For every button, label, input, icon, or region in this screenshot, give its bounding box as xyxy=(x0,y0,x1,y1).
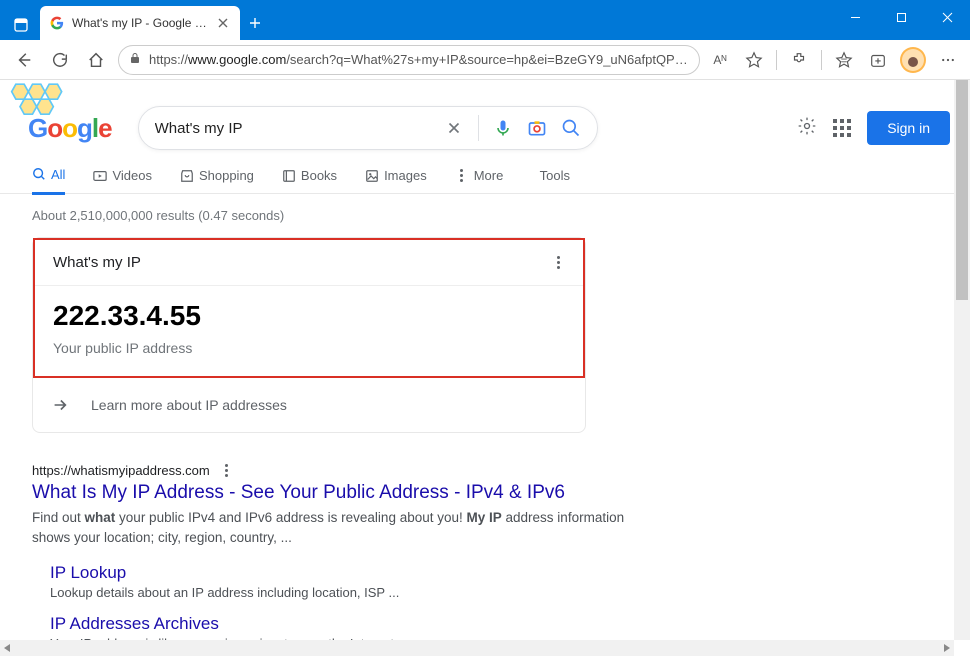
tools-button[interactable]: Tools xyxy=(540,168,570,193)
decoration-hex-icon xyxy=(0,80,90,130)
result-stats: About 2,510,000,000 results (0.47 second… xyxy=(0,194,970,223)
home-button[interactable] xyxy=(82,46,110,74)
collections-button[interactable] xyxy=(866,48,890,72)
vdots-icon xyxy=(455,169,469,182)
tab-books[interactable]: Books xyxy=(282,168,337,193)
sublink-ip-archives[interactable]: IP Addresses Archives xyxy=(50,614,632,634)
tab-images[interactable]: Images xyxy=(365,168,427,193)
url-text: https://www.google.com/search?q=What%27s… xyxy=(149,52,689,67)
search-input[interactable] xyxy=(155,120,430,137)
settings-gear-icon[interactable] xyxy=(797,116,817,141)
lock-icon xyxy=(129,52,141,67)
vertical-scrollbar[interactable] xyxy=(954,80,970,640)
close-tab-icon[interactable] xyxy=(216,16,230,30)
ip-address-value: 222.33.4.55 xyxy=(53,300,565,332)
window-close-button[interactable] xyxy=(924,0,970,34)
result-menu-icon[interactable] xyxy=(220,464,234,477)
tab-title: What's my IP - Google Search xyxy=(72,16,208,30)
search-tabs: All Videos Shopping Books Images More To… xyxy=(0,150,970,194)
window-controls xyxy=(832,0,970,34)
refresh-button[interactable] xyxy=(46,46,74,74)
tab-all[interactable]: All xyxy=(32,167,65,195)
browser-tab[interactable]: What's my IP - Google Search xyxy=(40,6,240,40)
extensions-button[interactable] xyxy=(787,48,811,72)
search-submit-icon[interactable] xyxy=(561,118,581,138)
answer-heading: What's my IP xyxy=(53,254,141,271)
search-box[interactable] xyxy=(138,106,598,150)
result-title-link[interactable]: What Is My IP Address - See Your Public … xyxy=(32,482,632,504)
answer-menu-icon[interactable] xyxy=(551,256,565,269)
arrow-right-icon xyxy=(51,396,69,414)
new-tab-button[interactable] xyxy=(240,6,270,40)
favorite-button[interactable] xyxy=(742,48,766,72)
back-button[interactable] xyxy=(10,46,38,74)
image-search-icon[interactable] xyxy=(527,118,547,138)
tab-shopping[interactable]: Shopping xyxy=(180,168,254,193)
more-menu-button[interactable] xyxy=(936,48,960,72)
profile-avatar[interactable] xyxy=(900,47,926,73)
answer-card: What's my IP 222.33.4.55 Your public IP … xyxy=(32,237,586,433)
tab-more[interactable]: More xyxy=(455,168,504,193)
clear-search-icon[interactable] xyxy=(444,118,464,138)
learn-more-link[interactable]: Learn more about IP addresses xyxy=(33,378,585,432)
tab-actions-button[interactable] xyxy=(6,10,36,40)
toolbar: https://www.google.com/search?q=What%27s… xyxy=(0,40,970,80)
tab-strip: What's my IP - Google Search xyxy=(0,0,270,40)
window-titlebar: What's my IP - Google Search xyxy=(0,0,970,40)
reader-mode-button[interactable]: Aᴺ xyxy=(708,48,732,72)
signin-button[interactable]: Sign in xyxy=(867,111,950,145)
google-apps-icon[interactable] xyxy=(833,119,851,137)
search-divider xyxy=(478,115,479,141)
horizontal-scrollbar[interactable] xyxy=(0,640,954,656)
window-maximize-button[interactable] xyxy=(878,0,924,34)
window-minimize-button[interactable] xyxy=(832,0,878,34)
voice-search-icon[interactable] xyxy=(493,118,513,138)
result-url[interactable]: https://whatismyipaddress.com xyxy=(32,463,210,478)
toolbar-divider xyxy=(821,50,822,70)
google-favicon-icon xyxy=(50,16,64,30)
tab-videos[interactable]: Videos xyxy=(93,168,152,193)
sublink-ip-lookup[interactable]: IP Lookup xyxy=(50,563,632,583)
search-result: https://whatismyipaddress.com What Is My… xyxy=(32,463,632,651)
toolbar-divider xyxy=(776,50,777,70)
favorites-bar-button[interactable] xyxy=(832,48,856,72)
page-content: Google Sign in All Videos xyxy=(0,80,970,656)
ip-address-label: Your public IP address xyxy=(53,340,565,356)
sublink-desc: Lookup details about an IP address inclu… xyxy=(50,585,632,600)
address-bar[interactable]: https://www.google.com/search?q=What%27s… xyxy=(118,45,700,75)
result-description: Find out what your public IPv4 and IPv6 … xyxy=(32,508,632,549)
